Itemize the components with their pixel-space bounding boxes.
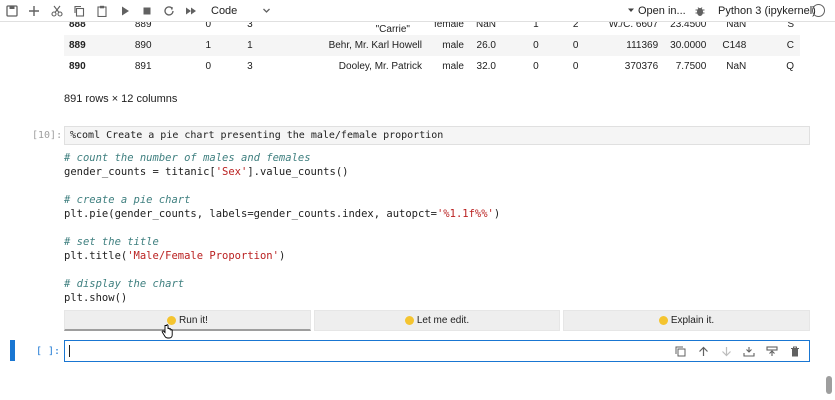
table-cell: 0 — [501, 35, 545, 56]
coml-action-bar: Run it! Let me edit. Explain it. — [64, 310, 810, 331]
paste-icon[interactable] — [95, 3, 109, 19]
table-cell: 890 — [113, 35, 158, 56]
table-cell: 0 — [572, 61, 579, 72]
open-in-button[interactable]: Open in... — [627, 3, 686, 19]
duplicate-cell-icon[interactable] — [672, 344, 688, 358]
row-index: 889 — [64, 35, 114, 56]
run-it-label: Run it! — [179, 314, 208, 326]
row-index: 890 — [69, 61, 86, 72]
delete-cell-icon[interactable] — [787, 344, 803, 358]
code-line: plt.pie(gender_counts, labels=gender_cou… — [64, 208, 501, 220]
table-cell: 32.0 — [476, 61, 496, 72]
table-cell: male — [427, 35, 470, 56]
vertical-scrollbar[interactable] — [826, 376, 832, 394]
move-up-icon[interactable] — [695, 344, 711, 358]
table-cell: Behr, Mr. Karl Howell — [258, 35, 428, 56]
table-cell: 891 — [134, 61, 152, 72]
table-cell: C148 — [712, 35, 753, 56]
cell-prompt: [10]: — [32, 130, 63, 141]
debugger-bug-icon[interactable] — [693, 3, 707, 19]
code-comment-line: # set the title — [64, 236, 159, 248]
table-cell: 7.7500 — [675, 61, 707, 72]
smile-emoji-icon — [404, 316, 414, 325]
cell-type-select[interactable]: Code — [211, 3, 270, 19]
let-me-edit-button[interactable]: Let me edit. — [314, 310, 560, 331]
fast-forward-icon[interactable] — [184, 3, 198, 19]
open-in-label: Open in... — [638, 5, 686, 17]
code-comment-line: # count the number of males and females — [64, 152, 311, 164]
cut-icon[interactable] — [50, 3, 64, 19]
insert-above-icon[interactable] — [741, 344, 757, 358]
table-cell: 26.0 — [469, 35, 502, 56]
active-cell-indicator[interactable] — [10, 340, 15, 361]
table-cell: 0 — [544, 35, 585, 56]
code-comment-line: # create a pie chart — [64, 194, 191, 206]
kernel-name[interactable]: Python 3 (ipykernel) — [718, 3, 816, 19]
text-cursor — [69, 345, 70, 357]
dataframe-table: 888 889 0 3 "Carrie" female NaN 1 2 W./C… — [64, 14, 800, 77]
code-editor[interactable]: # count the number of males and females g… — [64, 151, 500, 305]
stop-icon[interactable] — [140, 3, 154, 19]
table-row: 889 890 1 1 Behr, Mr. Karl Howell male 2… — [64, 35, 800, 56]
explain-it-button[interactable]: Explain it. — [563, 310, 810, 331]
add-cell-icon[interactable] — [27, 3, 41, 19]
run-it-button[interactable]: Run it! — [64, 310, 311, 331]
smile-emoji-icon — [658, 316, 668, 325]
table-cell: 30.0000 — [664, 35, 713, 56]
table-cell: 1 — [217, 35, 259, 56]
table-cell: 1 — [157, 35, 218, 56]
notebook-toolbar: Code Open in... Python 3 (ipykernel) — [0, 0, 835, 22]
kernel-status-icon — [812, 4, 825, 17]
insert-below-icon[interactable] — [764, 344, 780, 358]
table-cell: Q — [786, 61, 794, 72]
caret-down-icon — [627, 5, 635, 17]
table-cell: male — [442, 61, 464, 72]
table-row: 890 891 0 3 Dooley, Mr. Patrick male 32.… — [64, 56, 800, 77]
cell-toolbar — [672, 344, 803, 358]
cell-type-label: Code — [211, 5, 238, 17]
table-cell: C — [752, 35, 800, 56]
code-line: gender_counts = titanic['Sex'].value_cou… — [64, 166, 349, 178]
cell-prompt: [ ]: — [36, 346, 61, 357]
hand-pointer-cursor-icon — [161, 324, 173, 343]
code-line: plt.title('Male/Female Proportion') — [64, 250, 286, 262]
table-cell: 0 — [533, 61, 539, 72]
code-comment-line: # display the chart — [64, 278, 185, 290]
move-down-icon[interactable] — [718, 344, 734, 358]
restart-icon[interactable] — [162, 3, 176, 19]
run-icon[interactable] — [118, 3, 132, 19]
chevron-down-icon — [262, 6, 271, 18]
table-cell: NaN — [726, 61, 747, 72]
let-me-edit-label: Let me edit. — [416, 315, 470, 326]
table-cell: 3 — [247, 61, 253, 72]
save-icon[interactable] — [5, 3, 19, 19]
table-cell: 370376 — [624, 61, 659, 72]
table-cell: 0 — [205, 61, 212, 72]
table-cell: 111369 — [584, 35, 665, 56]
copy-icon[interactable] — [72, 3, 86, 19]
dataframe-summary: 891 rows × 12 columns — [64, 93, 178, 105]
code-line: plt.show() — [64, 292, 128, 304]
explain-it-label: Explain it. — [670, 315, 715, 326]
empty-code-cell-input[interactable] — [64, 340, 810, 362]
table-cell: Dooley, Mr. Patrick — [338, 61, 422, 72]
magic-command-input[interactable]: %coml Create a pie chart presenting the … — [64, 126, 810, 145]
